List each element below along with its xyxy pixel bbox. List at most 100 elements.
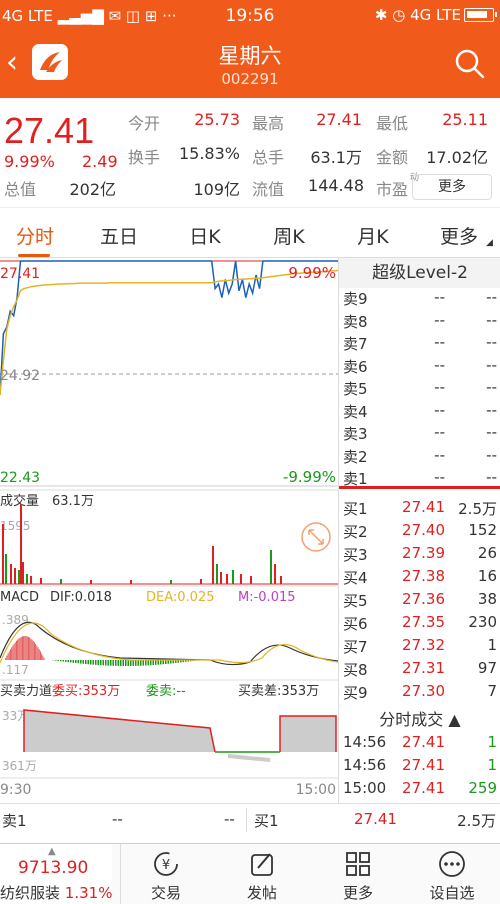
buy-label: 买6 bbox=[343, 615, 368, 633]
nav-post-label: 发帖 bbox=[246, 884, 277, 902]
more-dots-icon bbox=[439, 851, 465, 877]
buy-price: 27.39 bbox=[402, 544, 445, 562]
quote-label: 今开 bbox=[128, 114, 161, 133]
macd-bar bbox=[43, 657, 45, 660]
macd-bar bbox=[57, 660, 59, 661]
macd-bar bbox=[65, 660, 67, 662]
sell-volume: -- bbox=[486, 355, 497, 374]
quote-value: 144.48 bbox=[308, 176, 364, 195]
buy-volume: 7 bbox=[487, 682, 497, 700]
sell-row[interactable]: 卖3 -- -- bbox=[339, 423, 500, 446]
macd-bar bbox=[20, 636, 22, 660]
macd-bar bbox=[100, 660, 102, 666]
nav-trade[interactable]: ¥ 交易 bbox=[126, 844, 206, 904]
macd-bar bbox=[77, 660, 79, 664]
nav-more-label: 更多 bbox=[342, 884, 373, 902]
quote-panel: 27.41 9.99% 2.49 总值 202亿 流值 109亿 市盈动 144.48 换手… bbox=[0, 98, 500, 208]
buy-row[interactable]: 买1 27.41 2.5万 bbox=[339, 498, 500, 521]
sell-row[interactable]: 卖5 -- -- bbox=[339, 378, 500, 401]
price-bot-right: -9.99% bbox=[283, 468, 336, 486]
force-label: 买卖力道 bbox=[0, 684, 52, 699]
nav-more[interactable]: 更多 bbox=[318, 844, 398, 904]
sell-row[interactable]: 卖1 -- -- bbox=[339, 468, 500, 491]
sell-volume: -- bbox=[486, 468, 497, 486]
macd-bar bbox=[6, 655, 8, 660]
buy-price: 27.32 bbox=[402, 636, 445, 654]
macd-dif-line bbox=[0, 621, 339, 666]
order-book-header[interactable]: 超级Level-2 bbox=[339, 258, 500, 288]
price-mid: 24.92 bbox=[0, 368, 40, 384]
macd-bar bbox=[127, 660, 129, 666]
sell-price: -- bbox=[434, 288, 445, 306]
sell-row[interactable]: 卖4 -- -- bbox=[339, 401, 500, 424]
tab-4[interactable]: 月K bbox=[338, 222, 408, 249]
sell-row[interactable]: 卖2 -- -- bbox=[339, 446, 500, 469]
macd-bar bbox=[34, 642, 35, 660]
quote-value: 15.83% bbox=[178, 144, 240, 163]
buy-row[interactable]: 买9 27.30 7 bbox=[339, 682, 500, 705]
nav-add-watchlist[interactable]: 设自选 bbox=[412, 844, 492, 904]
buy-volume: 152 bbox=[468, 521, 497, 539]
avg-price-series-line bbox=[0, 269, 339, 395]
force-area bbox=[24, 710, 215, 752]
macd-bar bbox=[105, 660, 107, 666]
trade-price: 27.41 bbox=[402, 756, 445, 774]
price-top-right: 9.99% bbox=[288, 264, 336, 282]
buy-row[interactable]: 买8 27.31 97 bbox=[339, 659, 500, 682]
tab-0[interactable]: 分时 bbox=[0, 222, 70, 249]
trade-volume: 259 bbox=[468, 779, 497, 797]
tab-1[interactable]: 五日 bbox=[84, 222, 154, 249]
intraday-chart[interactable]: 27.41 9.99% 24.92 22.43 -9.99% 成交量 63.1万 1595 MA… bbox=[0, 258, 339, 803]
tab-5[interactable]: 更多 bbox=[424, 222, 494, 249]
macd-bar bbox=[16, 640, 17, 660]
buy-volume: 97 bbox=[477, 659, 497, 677]
l1-buy-label: 买1 bbox=[254, 812, 279, 830]
buy-label: 买1 bbox=[343, 500, 368, 518]
buy-row[interactable]: 买7 27.32 1 bbox=[339, 636, 500, 659]
vol-bar bbox=[40, 578, 42, 584]
buy-row[interactable]: 买2 27.40 152 bbox=[339, 521, 500, 544]
caret-up-icon: ▲ bbox=[448, 710, 461, 729]
buy-row[interactable]: 买3 27.39 26 bbox=[339, 544, 500, 567]
macd-bar bbox=[7, 653, 9, 660]
macd-bar bbox=[75, 660, 77, 663]
macd-bar bbox=[95, 660, 97, 665]
more-button[interactable]: 更多 bbox=[412, 174, 492, 200]
quote-label: 市盈 bbox=[376, 180, 409, 199]
sell-volume: -- bbox=[486, 378, 497, 396]
quote-label: 总手 bbox=[252, 148, 285, 167]
search-icon[interactable] bbox=[454, 48, 486, 84]
macd-bar bbox=[157, 660, 159, 665]
sell-row[interactable]: 卖9 -- -- bbox=[339, 288, 500, 311]
vol-bar bbox=[240, 574, 242, 584]
buy-row[interactable]: 买4 27.38 16 bbox=[339, 567, 500, 590]
macd-top: .389 bbox=[2, 613, 29, 627]
buy-price: 27.35 bbox=[402, 613, 445, 631]
macd-bar bbox=[29, 637, 31, 660]
buy-row[interactable]: 买6 27.35 230 bbox=[339, 613, 500, 636]
vol-bar bbox=[14, 568, 16, 584]
macd-bar bbox=[110, 660, 112, 666]
macd-bar bbox=[18, 638, 20, 660]
bottom-nav: ▲ 9713.90 纺织服装 1.31% ¥ 交易 发帖 更多 设自选 bbox=[0, 843, 500, 904]
sell-price: -- bbox=[434, 468, 445, 486]
period-tabs: 分时 五日 日K 周K 月K 更多 ◢ bbox=[0, 210, 500, 258]
sell-row[interactable]: 卖6 -- -- bbox=[339, 356, 500, 379]
buy-row[interactable]: 买5 27.36 38 bbox=[339, 590, 500, 613]
trade-header[interactable]: 分时成交 ▲ bbox=[339, 706, 500, 730]
sell-row[interactable]: 卖7 -- -- bbox=[339, 333, 500, 356]
tab-2[interactable]: 日K bbox=[170, 222, 240, 249]
buy-label: 买3 bbox=[343, 546, 368, 564]
vol-bar bbox=[232, 570, 234, 584]
macd-bar bbox=[24, 636, 26, 660]
sector-index[interactable]: ▲ 9713.90 纺织服装 1.31% bbox=[0, 844, 112, 904]
quote-value: 109亿 bbox=[193, 180, 240, 199]
macd-bar bbox=[55, 660, 57, 661]
macd-bot: .117 bbox=[2, 663, 29, 677]
buy-volume: 38 bbox=[477, 590, 497, 608]
tab-3[interactable]: 周K bbox=[254, 222, 324, 249]
nav-post[interactable]: 发帖 bbox=[222, 844, 302, 904]
vol-bar bbox=[90, 580, 92, 584]
sell-row[interactable]: 卖8 -- -- bbox=[339, 311, 500, 334]
macd-bar bbox=[162, 660, 164, 665]
